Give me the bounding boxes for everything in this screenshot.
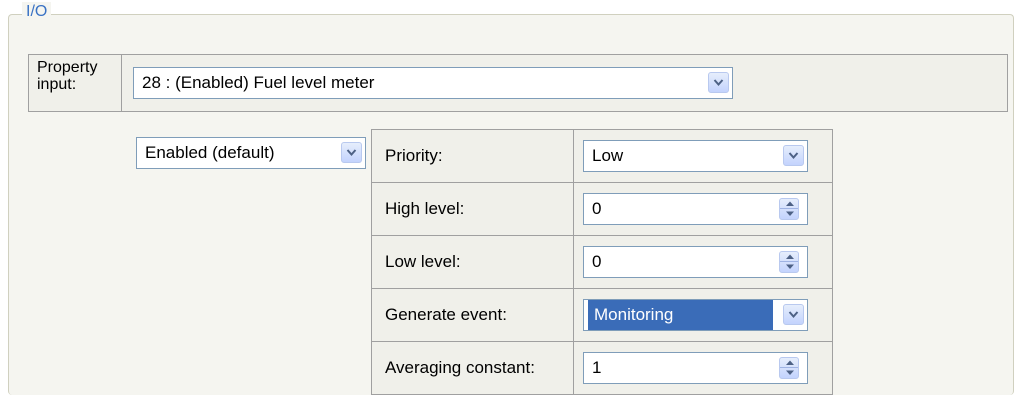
- spin-up-button[interactable]: [780, 252, 798, 262]
- averaging-constant-input[interactable]: 1: [583, 352, 808, 384]
- spin-up-button[interactable]: [780, 358, 798, 368]
- chevron-down-icon[interactable]: [783, 304, 804, 325]
- priority-row: Priority: Low: [372, 130, 833, 183]
- averaging-constant-label: Averaging constant:: [385, 358, 535, 377]
- high-level-row: High level: 0: [372, 183, 833, 236]
- priority-dropdown[interactable]: Low: [583, 140, 808, 172]
- high-level-label: High level:: [385, 199, 465, 218]
- high-level-label-cell: High level:: [372, 183, 574, 235]
- generate-event-value: Monitoring: [588, 300, 773, 330]
- generate-event-row: Generate event: Monitoring: [372, 289, 833, 342]
- high-level-input[interactable]: 0: [583, 193, 808, 225]
- spin-down-button[interactable]: [780, 368, 798, 378]
- property-input-label-cell: Property input:: [28, 54, 122, 112]
- property-input-label-line2: input:: [37, 76, 77, 93]
- generate-event-value-cell: Monitoring: [574, 289, 833, 341]
- chevron-down-icon[interactable]: [708, 72, 729, 93]
- property-input-value-cell: 28 : (Enabled) Fuel level meter: [122, 54, 1008, 112]
- chevron-down-icon[interactable]: [341, 142, 362, 163]
- low-level-label: Low level:: [385, 252, 461, 271]
- property-input-value: 28 : (Enabled) Fuel level meter: [142, 73, 375, 92]
- averaging-constant-label-cell: Averaging constant:: [372, 342, 574, 394]
- status-column: Enabled (default): [130, 129, 370, 394]
- low-level-input[interactable]: 0: [583, 246, 808, 278]
- low-level-label-cell: Low level:: [372, 236, 574, 288]
- high-level-value: 0: [592, 199, 602, 218]
- spinner-arrows-icon[interactable]: [779, 198, 799, 220]
- high-level-value-cell: 0: [574, 183, 833, 235]
- property-input-row: Property input: 28 : (Enabled) Fuel leve…: [28, 54, 1008, 114]
- generate-event-dropdown[interactable]: Monitoring: [583, 299, 808, 331]
- averaging-constant-value-cell: 1: [574, 342, 833, 394]
- averaging-constant-row: Averaging constant: 1: [372, 342, 833, 395]
- enabled-dropdown-value: Enabled (default): [145, 143, 275, 162]
- low-level-value: 0: [592, 252, 602, 271]
- generate-event-label-cell: Generate event:: [372, 289, 574, 341]
- spin-down-button[interactable]: [780, 209, 798, 219]
- priority-value: Low: [592, 146, 624, 165]
- group-title: I/O: [22, 2, 52, 22]
- spin-down-button[interactable]: [780, 262, 798, 272]
- low-level-value-cell: 0: [574, 236, 833, 288]
- property-input-dropdown[interactable]: 28 : (Enabled) Fuel level meter: [133, 67, 733, 99]
- priority-value-cell: Low: [574, 130, 833, 182]
- spin-up-button[interactable]: [780, 199, 798, 209]
- priority-label: Priority:: [385, 146, 443, 165]
- averaging-constant-value: 1: [592, 358, 602, 377]
- generate-event-label: Generate event:: [385, 305, 507, 324]
- enabled-dropdown[interactable]: Enabled (default): [136, 137, 366, 169]
- property-input-label: Property input:: [37, 59, 97, 93]
- spinner-arrows-icon[interactable]: [779, 357, 799, 379]
- property-input-label-line1: Property: [37, 59, 98, 76]
- chevron-down-icon[interactable]: [783, 145, 804, 166]
- property-grid: Priority: Low High level: 0 Low level: 0…: [371, 129, 833, 395]
- priority-label-cell: Priority:: [372, 130, 574, 182]
- low-level-row: Low level: 0: [372, 236, 833, 289]
- spinner-arrows-icon[interactable]: [779, 251, 799, 273]
